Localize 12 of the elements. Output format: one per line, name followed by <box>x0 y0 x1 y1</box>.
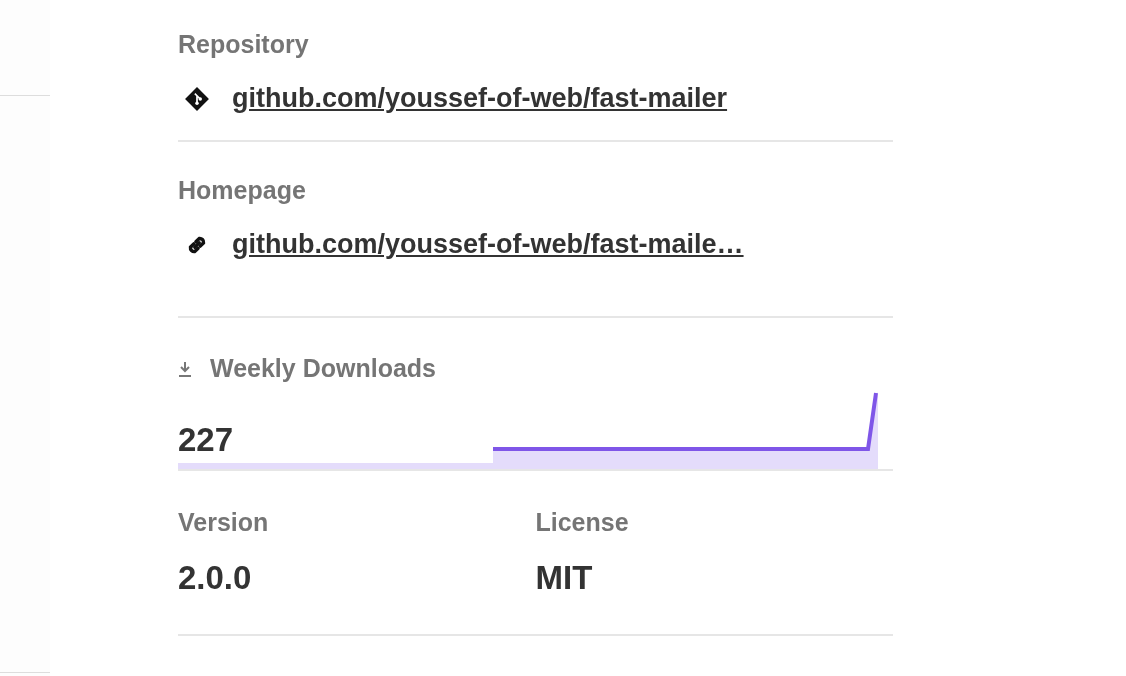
section-label: Homepage <box>178 176 307 205</box>
repository-link[interactable]: github.com/youssef-of-web/fast-mailer <box>232 83 728 114</box>
download-icon <box>178 360 192 377</box>
stat-value: MIT <box>535 559 594 597</box>
stat-value: 2.0.0 <box>178 559 253 597</box>
stat-label: Version <box>178 508 270 537</box>
git-icon <box>184 85 210 112</box>
download-count: 227 <box>178 421 234 459</box>
section-label: Repository <box>178 30 310 59</box>
homepage-link[interactable]: github.com/youssef-of-web/fast-maile… <box>232 229 744 260</box>
stat-label: License <box>535 508 630 537</box>
section-label: Weekly Downloads <box>210 354 436 383</box>
